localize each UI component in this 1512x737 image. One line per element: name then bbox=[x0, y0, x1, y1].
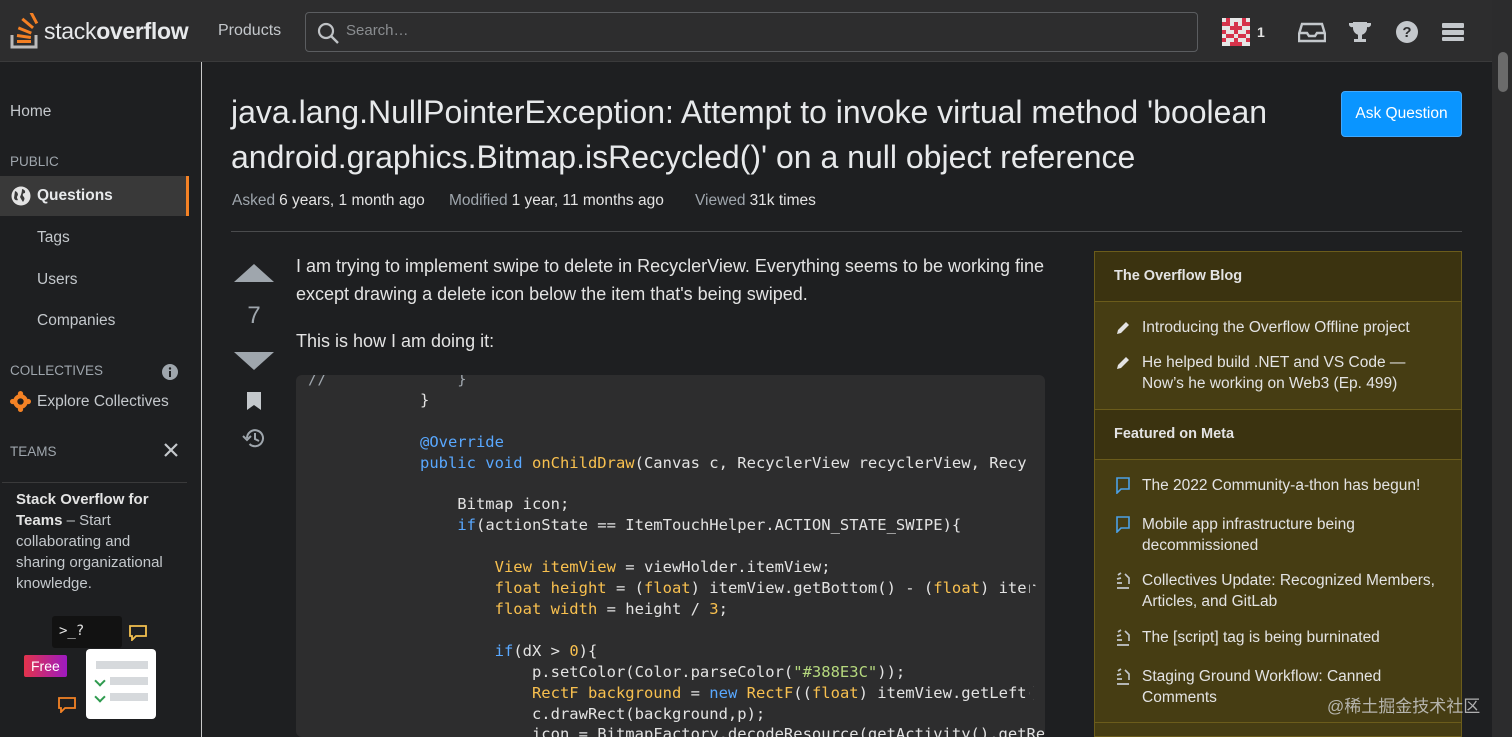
blog-heading: The Overflow Blog bbox=[1095, 252, 1461, 302]
meta-chat-icon bbox=[1116, 516, 1130, 533]
ask-question-button[interactable]: Ask Question bbox=[1341, 91, 1462, 137]
overflow-blog-widget: The Overflow Blog Introducing the Overfl… bbox=[1094, 251, 1462, 737]
meta-item-link[interactable]: The [script] tag is being burninated bbox=[1142, 627, 1447, 648]
stackoverflow-logo[interactable]: stackoverflow bbox=[10, 12, 189, 50]
sidebar-item-label: Questions bbox=[37, 187, 113, 204]
free-badge: Free bbox=[24, 655, 67, 677]
sidebar-heading-collectives: COLLECTIVES bbox=[10, 363, 104, 378]
meta-chat-icon bbox=[1116, 477, 1130, 494]
sidebar-item-users[interactable]: Users bbox=[37, 271, 77, 289]
info-icon[interactable] bbox=[162, 364, 178, 380]
question-title[interactable]: java.lang.NullPointerException: Attempt … bbox=[231, 90, 1321, 180]
teams-promo-text: Stack Overflow for Teams – Start collabo… bbox=[16, 491, 163, 592]
stack-exchange-icon bbox=[1116, 629, 1130, 646]
question-paragraph: This is how I am doing it: bbox=[296, 331, 495, 351]
sidebar-item-companies[interactable]: Companies bbox=[37, 312, 115, 330]
viewed-meta: Viewed 31k times bbox=[695, 192, 816, 209]
page-scrollbar[interactable] bbox=[1492, 0, 1512, 737]
watermark: @稀土掘金技术社区 bbox=[1327, 697, 1481, 716]
code-block[interactable]: // } } @Override public void onChildDraw… bbox=[296, 375, 1045, 737]
meta-item-link[interactable]: Mobile app infrastructure being decommis… bbox=[1142, 514, 1447, 556]
stack-exchange-icon bbox=[1116, 572, 1130, 589]
sidebar-item-tags[interactable]: Tags bbox=[37, 229, 70, 247]
sidebar-item-explore-collectives[interactable]: Explore Collectives bbox=[37, 393, 169, 411]
sidebar-item-questions[interactable]: Questions bbox=[0, 176, 189, 216]
teams-promo: Stack Overflow for Teams – Start collabo… bbox=[2, 482, 187, 737]
avatar[interactable] bbox=[1222, 18, 1250, 46]
code-text: // } } @Override public void onChildDraw… bbox=[308, 375, 1045, 737]
sidebar-heading-public: PUBLIC bbox=[10, 154, 59, 169]
collectives-icon bbox=[10, 391, 31, 412]
globe-icon bbox=[11, 186, 31, 206]
checklist-illustration bbox=[86, 649, 156, 719]
help-icon[interactable]: ? bbox=[1395, 20, 1419, 44]
title-divider bbox=[231, 231, 1462, 232]
sidebar-heading-teams: TEAMS bbox=[10, 444, 57, 459]
stack-icon bbox=[10, 13, 39, 49]
search-icon bbox=[317, 22, 339, 44]
history-icon[interactable] bbox=[242, 427, 266, 449]
sidebar-item-home[interactable]: Home bbox=[10, 103, 51, 121]
inbox-icon[interactable] bbox=[1298, 20, 1326, 44]
close-icon[interactable] bbox=[164, 443, 178, 457]
left-sidebar: Home PUBLIC Questions Tags Users Compani… bbox=[0, 62, 202, 737]
reputation-count: 1 bbox=[1257, 24, 1265, 40]
logo-text: stackoverflow bbox=[44, 17, 189, 44]
pencil-icon bbox=[1117, 357, 1129, 369]
question-paragraph: I am trying to implement swipe to delete… bbox=[296, 256, 1045, 304]
terminal-illustration: >_? bbox=[52, 616, 122, 648]
identicon bbox=[1222, 18, 1250, 46]
svg-text:?: ? bbox=[1402, 24, 1411, 41]
divider bbox=[1095, 722, 1461, 723]
pencil-icon bbox=[1117, 322, 1129, 334]
meta-item-link[interactable]: The 2022 Community-a-thon has begun! bbox=[1142, 475, 1447, 496]
downvote-arrow-icon[interactable] bbox=[232, 350, 276, 372]
meta-item-link[interactable]: Collectives Update: Recognized Members, … bbox=[1142, 570, 1447, 612]
products-link[interactable]: Products bbox=[218, 22, 281, 40]
scrollbar-thumb[interactable] bbox=[1498, 52, 1508, 92]
modified-meta[interactable]: Modified 1 year, 11 months ago bbox=[449, 192, 664, 210]
site-switcher-icon[interactable] bbox=[1442, 20, 1464, 44]
chat-bubble-icon bbox=[58, 697, 76, 713]
chat-bubble-icon bbox=[129, 625, 147, 641]
code-scrollbar[interactable] bbox=[1030, 570, 1033, 710]
question-score: 7 bbox=[247, 302, 261, 329]
stack-exchange-icon bbox=[1116, 668, 1130, 685]
meta-heading: Featured on Meta bbox=[1095, 410, 1461, 460]
blog-item-link[interactable]: Introducing the Overflow Offline project bbox=[1142, 317, 1447, 338]
bookmark-icon[interactable] bbox=[245, 391, 263, 411]
search-input[interactable] bbox=[346, 22, 1166, 39]
asked-meta: Asked 6 years, 1 month ago bbox=[232, 192, 425, 209]
search-box[interactable] bbox=[305, 12, 1198, 52]
trophy-icon[interactable] bbox=[1348, 20, 1372, 44]
top-bar: stackoverflow Products 1 ? bbox=[0, 0, 1512, 62]
blog-item-link[interactable]: He helped build .NET and VS Code — Now’s… bbox=[1142, 352, 1447, 394]
upvote-arrow-icon[interactable] bbox=[232, 262, 276, 284]
